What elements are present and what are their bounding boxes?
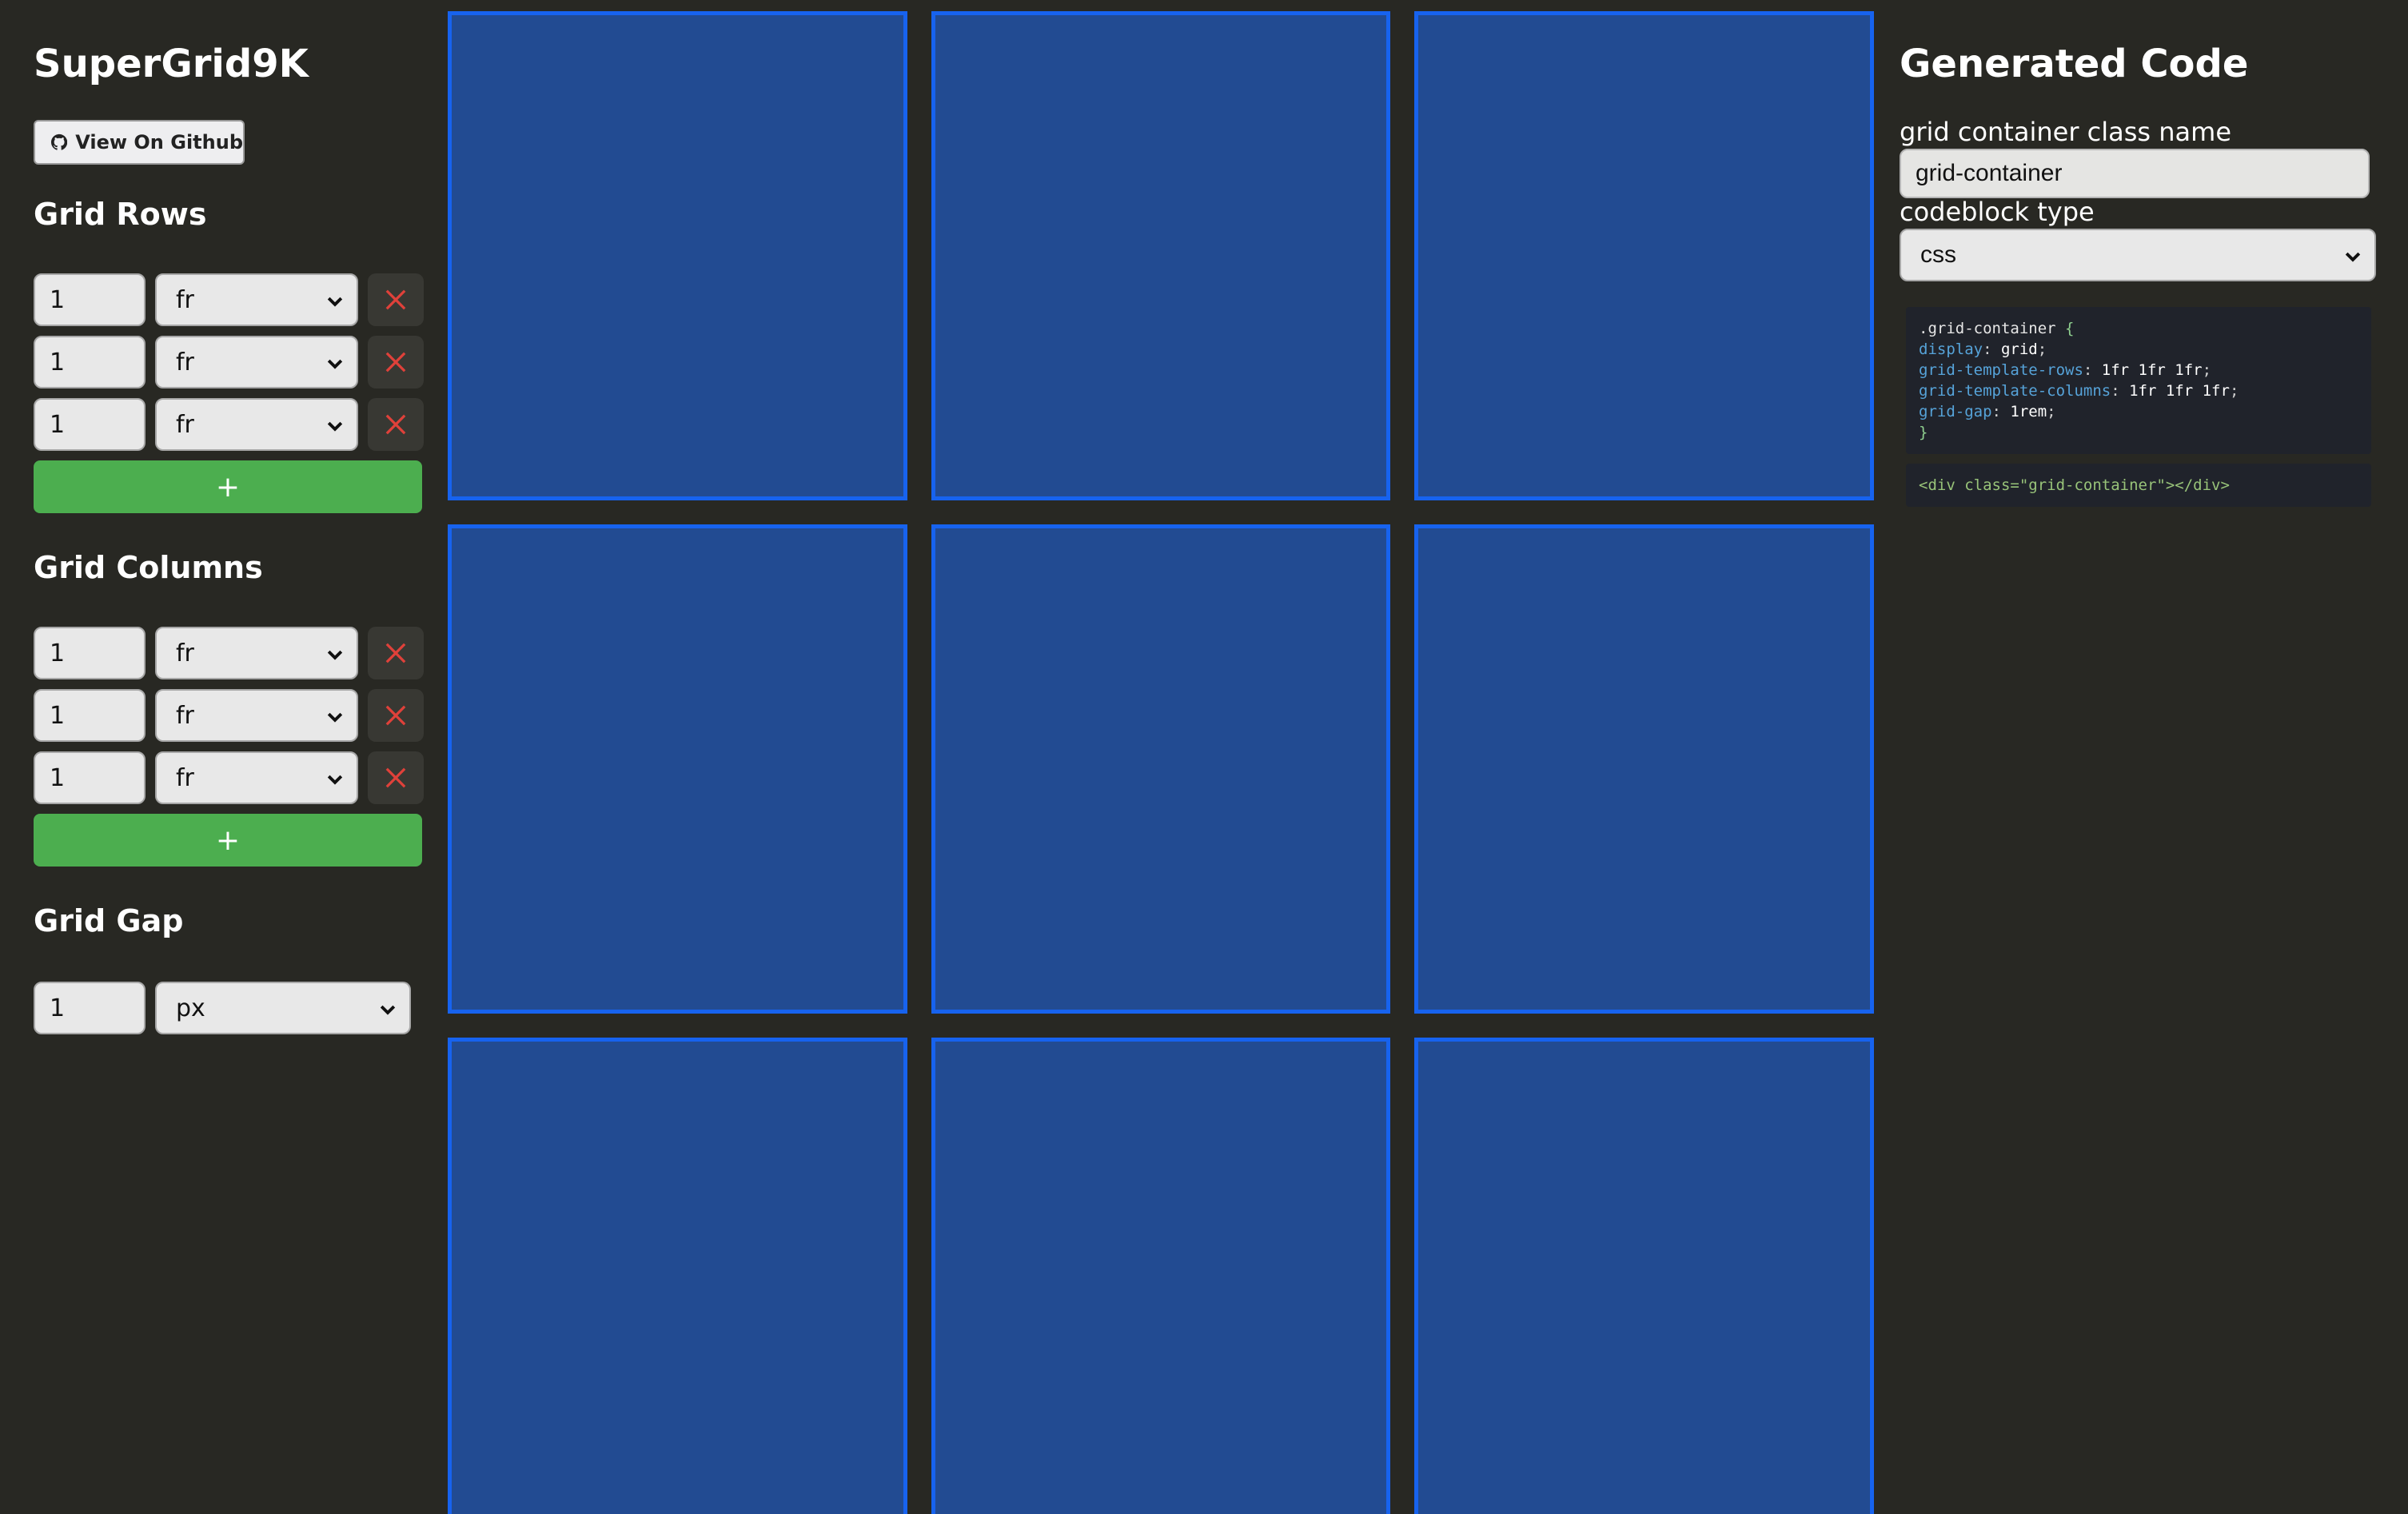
grid-cell: [1414, 11, 1874, 500]
row-1-value-input[interactable]: [34, 273, 146, 326]
grid-cell: [931, 1038, 1391, 1514]
gap-value-input[interactable]: [34, 982, 146, 1034]
chevron-down-icon: [327, 650, 343, 660]
chevron-down-icon: [2345, 252, 2361, 262]
row-track-3: fr: [34, 398, 425, 451]
codeblock-type-value: css: [1920, 241, 1956, 268]
gap-unit-value: px: [176, 994, 205, 1022]
github-icon: [51, 133, 68, 150]
css-prop: grid-gap: [1919, 403, 1992, 420]
grid-cell: [448, 524, 907, 1014]
column-3-unit-value: fr: [176, 763, 194, 792]
view-on-github-button[interactable]: View On Github: [34, 120, 245, 165]
column-3-value-input[interactable]: [34, 751, 146, 804]
grid-cell: [1414, 524, 1874, 1014]
html-snippet: <div class="grid-container"></div>: [1919, 476, 2230, 494]
row-3-unit-select[interactable]: fr: [155, 398, 358, 451]
column-1-value-input[interactable]: [34, 627, 146, 679]
css-open-brace: {: [2065, 320, 2075, 337]
chevron-down-icon: [327, 712, 343, 723]
grid-cell: [931, 524, 1391, 1014]
css-selector: .grid-container: [1919, 320, 2056, 337]
css-prop: grid-template-columns: [1919, 382, 2111, 400]
row-2-unit-select[interactable]: fr: [155, 336, 358, 388]
css-code-block: .grid-container { display: grid; grid-te…: [1906, 307, 2371, 454]
class-name-input[interactable]: [1900, 149, 2370, 198]
grid-cell: [1414, 1038, 1874, 1514]
css-value: 1rem: [2010, 403, 2047, 420]
grid-cell: [448, 11, 907, 500]
codeblock-type-label: codeblock type: [1900, 197, 2095, 227]
close-icon: [385, 289, 406, 310]
column-1-unit-select[interactable]: fr: [155, 627, 358, 679]
row-3-value-input[interactable]: [34, 398, 146, 451]
css-prop: grid-template-rows: [1919, 361, 2083, 379]
column-3-unit-select[interactable]: fr: [155, 751, 358, 804]
gap-unit-select[interactable]: px: [155, 982, 411, 1034]
add-column-button[interactable]: +: [34, 814, 422, 867]
close-icon: [385, 414, 406, 435]
chevron-down-icon: [327, 297, 343, 307]
column-track-3: fr: [34, 751, 425, 804]
chevron-down-icon: [380, 1005, 396, 1015]
codeblock-type-select[interactable]: css: [1900, 229, 2376, 281]
grid-cell: [931, 11, 1391, 500]
column-track-1: fr: [34, 627, 425, 679]
app: SuperGrid9K View On Github Grid Rows fr …: [0, 0, 2408, 1514]
gap-track: px: [34, 982, 425, 1034]
row-2-delete-button[interactable]: [368, 336, 424, 388]
css-close-brace: }: [1919, 424, 1928, 441]
row-track-2: fr: [34, 336, 425, 388]
row-1-unit-select[interactable]: fr: [155, 273, 358, 326]
grid-rows-heading: Grid Rows: [34, 197, 207, 232]
row-track-1: fr: [34, 273, 425, 326]
column-2-unit-value: fr: [176, 701, 194, 730]
column-1-unit-value: fr: [176, 639, 194, 667]
grid-preview: [448, 11, 1874, 1514]
close-icon: [385, 705, 406, 726]
column-track-2: fr: [34, 689, 425, 742]
row-1-delete-button[interactable]: [368, 273, 424, 326]
html-code-block: <div class="grid-container"></div>: [1906, 464, 2371, 507]
column-2-delete-button[interactable]: [368, 689, 424, 742]
chevron-down-icon: [327, 359, 343, 369]
row-3-delete-button[interactable]: [368, 398, 424, 451]
close-icon: [385, 352, 406, 373]
grid-cell: [448, 1038, 907, 1514]
close-icon: [385, 767, 406, 788]
close-icon: [385, 643, 406, 663]
chevron-down-icon: [327, 421, 343, 432]
class-name-label: grid container class name: [1900, 117, 2231, 147]
column-2-value-input[interactable]: [34, 689, 146, 742]
row-2-value-input[interactable]: [34, 336, 146, 388]
row-1-unit-value: fr: [176, 285, 194, 314]
chevron-down-icon: [327, 775, 343, 785]
row-2-unit-value: fr: [176, 348, 194, 377]
row-3-unit-value: fr: [176, 410, 194, 439]
grid-gap-heading: Grid Gap: [34, 903, 184, 938]
grid-columns-heading: Grid Columns: [34, 550, 263, 585]
css-value: 1fr 1fr 1fr: [2101, 361, 2203, 379]
generated-code-heading: Generated Code: [1900, 42, 2249, 86]
css-value: grid: [2000, 341, 2038, 358]
app-title: SuperGrid9K: [34, 42, 309, 86]
css-prop: display: [1919, 341, 1983, 358]
column-1-delete-button[interactable]: [368, 627, 424, 679]
css-value: 1fr 1fr 1fr: [2129, 382, 2230, 400]
github-button-label: View On Github: [75, 131, 243, 153]
add-row-button[interactable]: +: [34, 460, 422, 513]
column-3-delete-button[interactable]: [368, 751, 424, 804]
column-2-unit-select[interactable]: fr: [155, 689, 358, 742]
